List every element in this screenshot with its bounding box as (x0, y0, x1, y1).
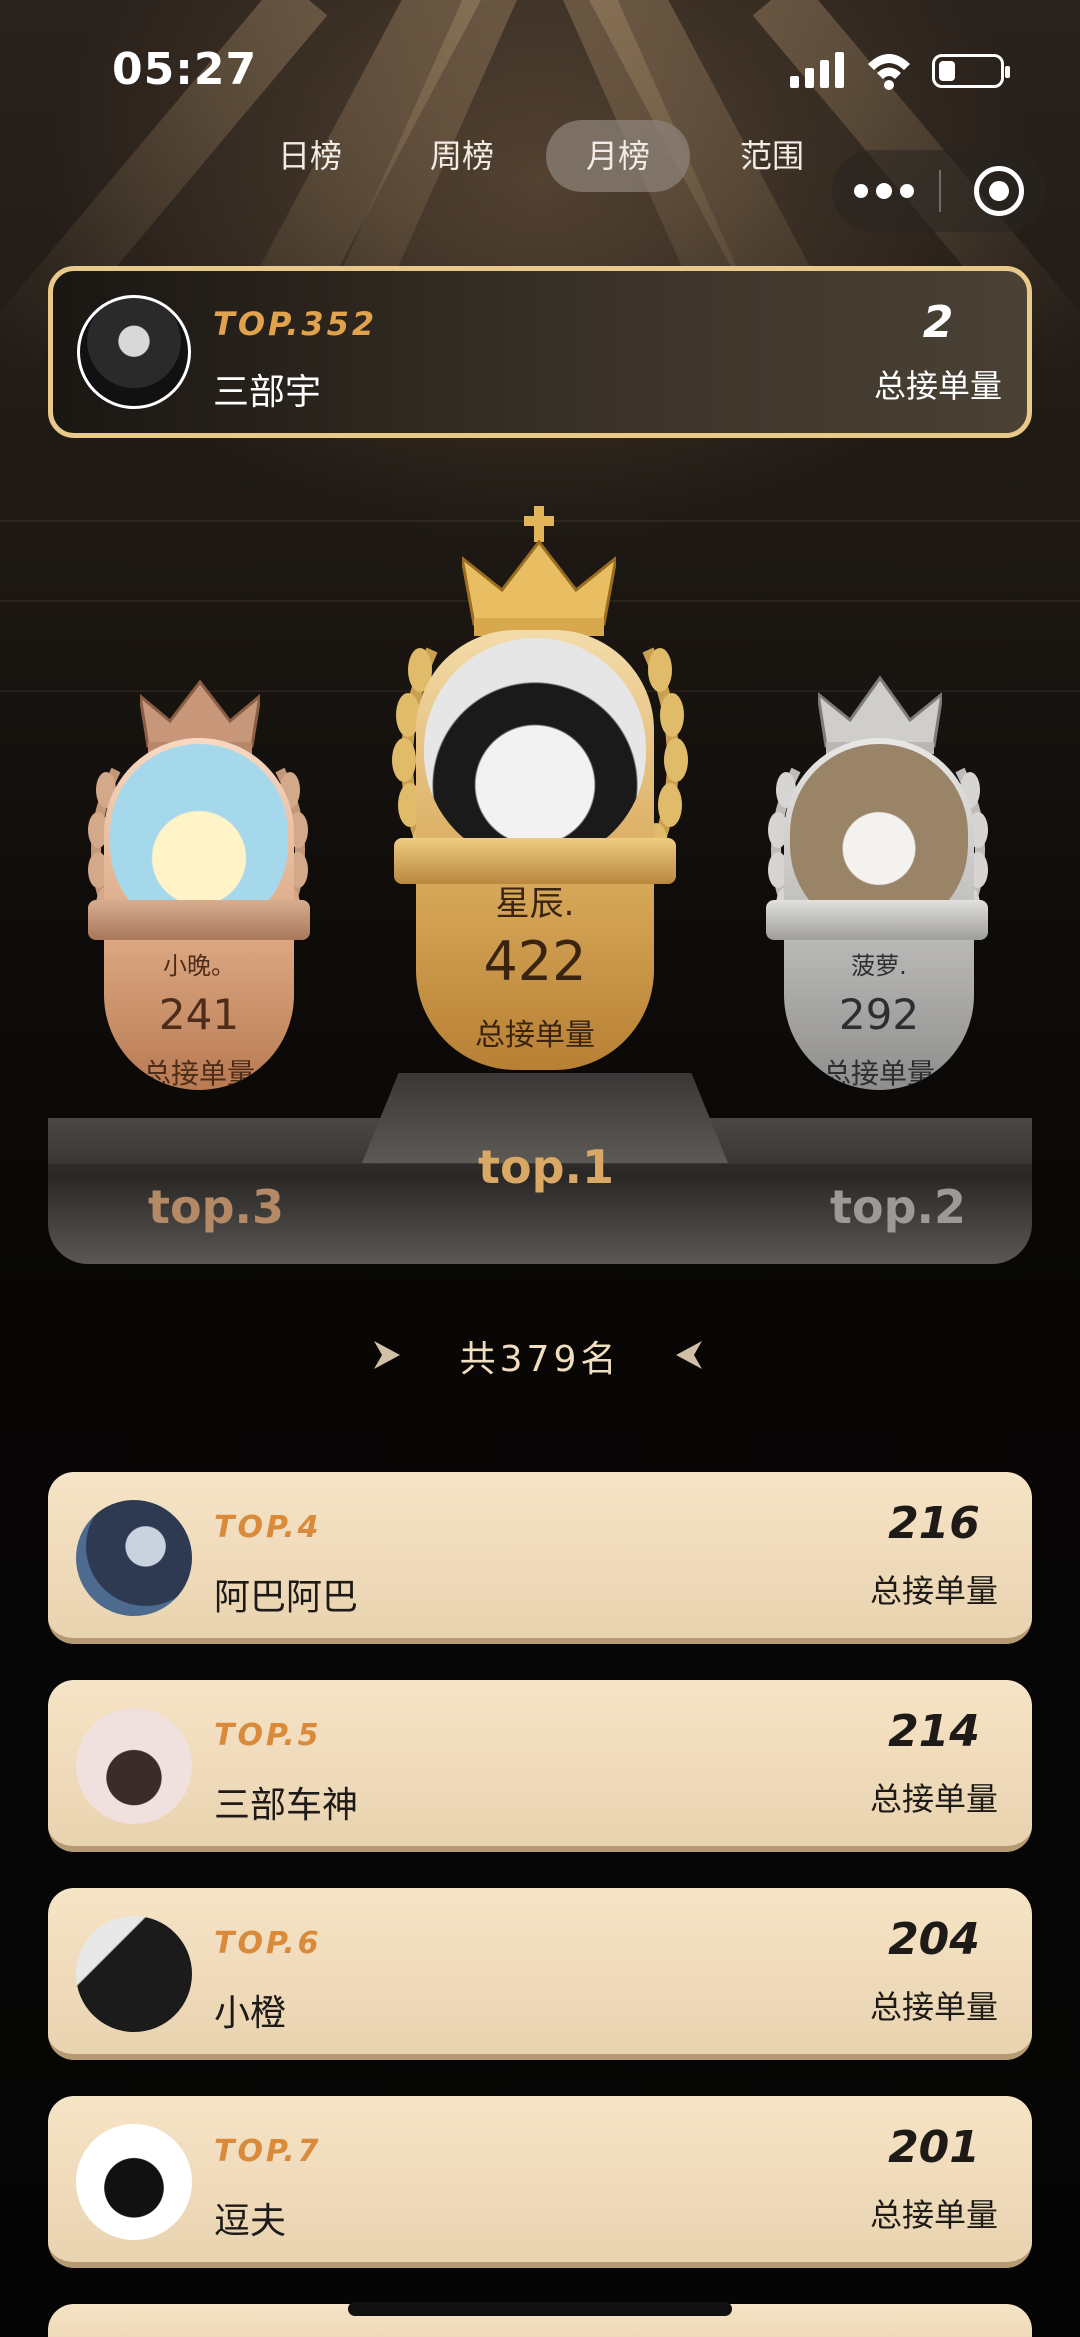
podium-first-label: 总接单量 (475, 1018, 595, 1053)
list-count: 214 (888, 1706, 980, 1757)
ribbon-bronze (88, 900, 310, 940)
avatar (76, 1708, 192, 1824)
list-rank: TOP.6 (214, 1926, 322, 1961)
signal-icon (790, 52, 844, 88)
podium-second-name: 菠萝. (851, 952, 907, 980)
list-count-label: 总接单量 (869, 1780, 998, 1818)
list-count-label: 总接单量 (869, 1572, 998, 1610)
tab-week[interactable]: 周榜 (402, 120, 522, 192)
list-count-label: 总接单量 (869, 2196, 998, 2234)
home-indicator (348, 2302, 732, 2316)
list-rank: TOP.7 (214, 2134, 322, 2169)
list-name: 小橙 (214, 1993, 287, 2034)
ribbon-gold (394, 838, 676, 884)
tab-month[interactable]: 月榜 (546, 120, 690, 192)
list-count: 204 (888, 1914, 980, 1965)
status-bar: 05:27 (0, 0, 1080, 120)
podium-label-second: top.2 (830, 1180, 967, 1234)
list-count-label: 总接单量 (869, 1988, 998, 2026)
avatar (76, 2124, 192, 2240)
wifi-icon (868, 54, 910, 90)
list-count: 216 (888, 1498, 980, 1549)
my-rank-label: TOP.352 (213, 305, 378, 343)
status-time: 05:27 (112, 44, 258, 95)
total-suffix: 名 (580, 1339, 621, 1380)
list-item[interactable]: TOP.7 逗夫 201 总接单量 (48, 2096, 1032, 2268)
podium-first-value: 422 (483, 930, 587, 993)
my-count-label: 总接单量 (873, 367, 1002, 405)
list-item[interactable]: TOP.4 阿巴阿巴 216 总接单量 (48, 1472, 1032, 1644)
close-miniprogram-icon[interactable] (974, 166, 1024, 216)
tab-day[interactable]: 日榜 (250, 120, 370, 192)
avatar (77, 295, 191, 409)
list-name: 阿巴阿巴 (214, 1577, 359, 1618)
list-rank: TOP.5 (214, 1718, 322, 1753)
total-number: 379 (499, 1339, 581, 1380)
podium-second-label: 总接单量 (822, 1057, 935, 1090)
capsule-divider (939, 170, 941, 212)
list-name: 三部车神 (214, 1785, 359, 1826)
avatar (424, 638, 646, 864)
podium-third-value: 241 (158, 990, 240, 1039)
podium-third-name: 小晚。 (163, 952, 235, 980)
list-rank: TOP.4 (214, 1510, 322, 1545)
ribbon-silver (766, 900, 988, 940)
avatar (76, 1500, 192, 1616)
total-count: 共379名 (0, 1330, 1080, 1382)
list-name: 逗夫 (214, 2201, 287, 2242)
podium-second-value: 292 (838, 990, 920, 1039)
avatar (76, 1916, 192, 2032)
miniprogram-capsule (832, 150, 1046, 232)
my-rank-card[interactable]: TOP.352 三部宇 2 总接单量 (48, 266, 1032, 438)
my-count: 2 (922, 297, 954, 348)
crown-gold-icon (462, 506, 616, 636)
my-name: 三部宇 (213, 372, 322, 413)
chevron-left-icon (676, 1341, 702, 1369)
podium-third-label: 总接单量 (142, 1057, 255, 1090)
podium-label-third: top.3 (148, 1180, 285, 1234)
tab-range[interactable]: 范围 (712, 120, 832, 192)
battery-icon (932, 54, 1010, 88)
total-prefix: 共 (459, 1339, 500, 1380)
podium-label-first: top.1 (478, 1140, 615, 1194)
list-item[interactable]: TOP.5 三部车神 214 总接单量 (48, 1680, 1032, 1852)
list-count: 201 (888, 2122, 980, 2173)
list-item[interactable]: TOP.6 小橙 204 总接单量 (48, 1888, 1032, 2060)
more-icon[interactable] (854, 183, 914, 200)
